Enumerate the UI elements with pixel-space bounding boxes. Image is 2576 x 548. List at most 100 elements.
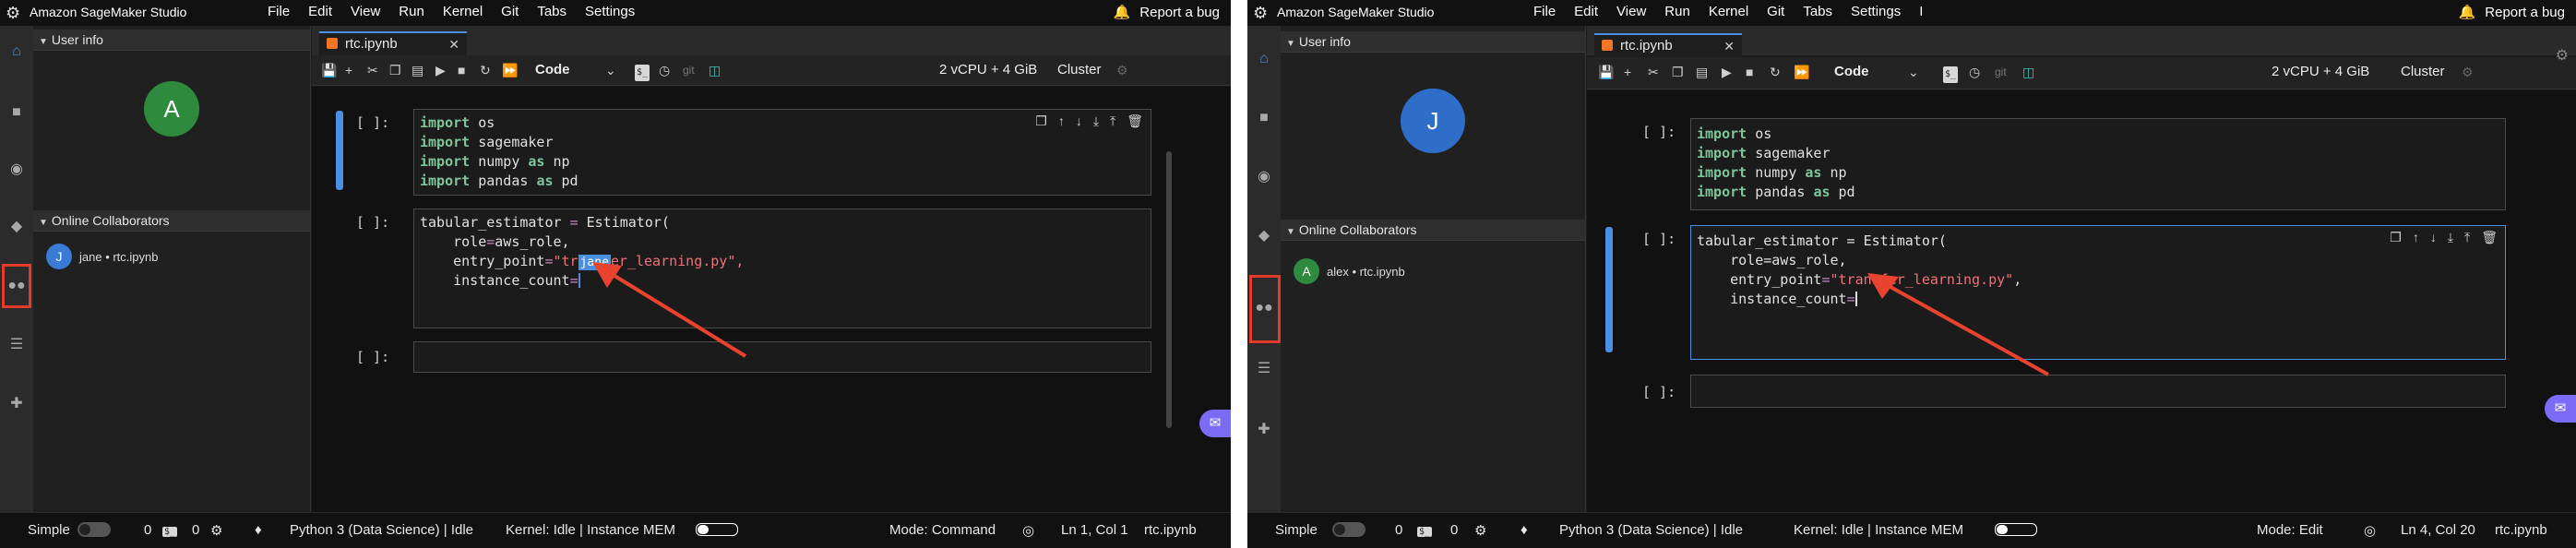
clock-icon[interactable]: ◷ bbox=[1969, 64, 1980, 80]
folder-icon[interactable]: ■ bbox=[1255, 109, 1273, 127]
menu-git[interactable]: Git bbox=[1767, 4, 1784, 19]
move-up-icon[interactable]: ↑ bbox=[1058, 113, 1065, 129]
cursor-position[interactable]: Ln 1, Col 1 bbox=[1061, 522, 1128, 538]
menu-git[interactable]: Git bbox=[501, 4, 519, 19]
user-info-header[interactable]: ▼ User info bbox=[33, 30, 310, 51]
gear-icon[interactable]: ⚙ bbox=[2556, 46, 2569, 65]
kernel-name[interactable]: Python 3 (Data Science) | Idle bbox=[290, 522, 473, 538]
gear-icon[interactable]: ⚙ bbox=[1474, 522, 1486, 539]
collaborators-header[interactable]: ▼ Online Collaborators bbox=[33, 210, 310, 232]
duplicate-icon[interactable]: ❐ bbox=[1035, 113, 1047, 129]
shield-icon[interactable]: ◎ bbox=[1022, 522, 1034, 539]
simple-mode-toggle[interactable] bbox=[78, 522, 111, 538]
cluster-button[interactable]: Cluster bbox=[2401, 64, 2445, 80]
move-down-icon[interactable]: ↓ bbox=[1076, 113, 1082, 129]
home-icon[interactable]: ⌂ bbox=[7, 42, 26, 61]
paste-icon[interactable]: ▤ bbox=[1696, 64, 1708, 80]
delete-icon[interactable]: 🗑 bbox=[1127, 113, 1143, 129]
code-cell-1[interactable]: import os import sagemaker import numpy … bbox=[413, 109, 1151, 196]
stop-icon[interactable]: ◉ bbox=[7, 161, 26, 179]
copy-icon[interactable]: ❐ bbox=[1672, 64, 1684, 80]
menu-settings[interactable]: Settings bbox=[585, 4, 635, 19]
menu-kernel[interactable]: Kernel bbox=[1709, 4, 1748, 19]
menu-run[interactable]: Run bbox=[399, 4, 424, 19]
stop-icon[interactable]: ■ bbox=[1746, 64, 1753, 80]
bell-icon[interactable]: 🔔 bbox=[2459, 4, 2476, 20]
collaborator-item[interactable]: A alex • rtc.ipynb bbox=[1294, 258, 1405, 284]
instance-type[interactable]: 2 vCPU + 4 GiB bbox=[2272, 64, 2369, 80]
menu-file[interactable]: File bbox=[1533, 4, 1556, 19]
kernel-count[interactable]: 0 bbox=[192, 522, 199, 538]
kernel-count[interactable]: 0 bbox=[1450, 522, 1458, 538]
git-branch-icon[interactable]: ♦ bbox=[255, 522, 262, 538]
close-icon[interactable]: ✕ bbox=[448, 33, 459, 55]
menu-settings[interactable]: Settings bbox=[1851, 4, 1901, 19]
code-cell-3[interactable] bbox=[1690, 375, 2506, 408]
restart-icon[interactable]: ↻ bbox=[1770, 64, 1781, 80]
add-cell-icon[interactable]: + bbox=[1624, 64, 1631, 80]
insert-below-icon[interactable]: ⤒ bbox=[2464, 230, 2470, 245]
terminal-count[interactable]: 0 bbox=[1395, 522, 1402, 538]
menu-extra[interactable]: I bbox=[1919, 4, 1923, 19]
menu-tabs[interactable]: Tabs bbox=[1803, 4, 1832, 19]
report-bug-link[interactable]: Report a bug bbox=[1139, 5, 1220, 20]
terminal-count[interactable]: 0 bbox=[144, 522, 151, 538]
share-icon[interactable]: ◫ bbox=[2022, 64, 2034, 80]
duplicate-icon[interactable]: ❐ bbox=[2390, 230, 2402, 245]
stop-icon[interactable]: ■ bbox=[458, 62, 465, 78]
list-icon[interactable]: ☰ bbox=[7, 336, 26, 354]
menu-edit[interactable]: Edit bbox=[308, 4, 332, 19]
cluster-button[interactable]: Cluster bbox=[1057, 62, 1102, 78]
cut-icon[interactable]: ✂ bbox=[1648, 64, 1659, 80]
delete-icon[interactable]: 🗑 bbox=[2481, 230, 2498, 245]
fast-forward-icon[interactable]: ⏩ bbox=[502, 62, 518, 78]
gear-icon[interactable]: ⚙ bbox=[2462, 64, 2474, 80]
fast-forward-icon[interactable]: ⏩ bbox=[1794, 64, 1809, 80]
insert-above-icon[interactable]: ⤓ bbox=[2448, 230, 2453, 245]
gear-icon[interactable]: ⚙ bbox=[210, 522, 222, 539]
folder-icon[interactable]: ■ bbox=[7, 103, 26, 122]
tab-notebook[interactable]: rtc.ipynb ✕ bbox=[319, 31, 467, 55]
chevron-down-icon[interactable]: ⌄ bbox=[1908, 64, 1919, 80]
insert-below-icon[interactable]: ⤒ bbox=[1110, 113, 1115, 129]
simple-mode-toggle[interactable] bbox=[1332, 522, 1366, 538]
instance-type[interactable]: 2 vCPU + 4 GiB bbox=[939, 62, 1037, 78]
menu-kernel[interactable]: Kernel bbox=[443, 4, 483, 19]
paste-icon[interactable]: ▤ bbox=[411, 62, 423, 78]
collaborator-item[interactable]: J jane • rtc.ipynb bbox=[46, 244, 158, 269]
chevron-down-icon[interactable]: ⌄ bbox=[605, 62, 616, 78]
gear-icon[interactable]: ⚙ bbox=[1116, 62, 1128, 78]
collaborators-header[interactable]: ▼ Online Collaborators bbox=[1281, 220, 1585, 241]
git-label[interactable]: git bbox=[683, 62, 695, 78]
restart-icon[interactable]: ↻ bbox=[480, 62, 491, 78]
add-cell-icon[interactable]: + bbox=[345, 62, 352, 78]
run-icon[interactable]: ▶ bbox=[1722, 64, 1732, 80]
code-cell-2[interactable]: tabular_estimator = Estimator( role=aws_… bbox=[413, 208, 1151, 328]
code-cell-3[interactable] bbox=[413, 341, 1151, 373]
collaborators-icon[interactable]: ●● bbox=[1255, 299, 1273, 317]
menu-file[interactable]: File bbox=[268, 4, 290, 19]
menu-tabs[interactable]: Tabs bbox=[537, 4, 566, 19]
save-icon[interactable]: 💾 bbox=[321, 62, 337, 78]
cut-icon[interactable]: ✂ bbox=[367, 62, 378, 78]
collaborators-icon[interactable]: ●● bbox=[7, 277, 26, 295]
move-up-icon[interactable]: ↑ bbox=[2413, 230, 2419, 245]
save-icon[interactable]: 💾 bbox=[1598, 64, 1614, 80]
git-icon[interactable]: ◆ bbox=[7, 218, 26, 236]
cell-type-select[interactable]: Code bbox=[535, 62, 570, 78]
menu-view[interactable]: View bbox=[351, 4, 380, 19]
extension-icon[interactable]: ✚ bbox=[7, 395, 26, 413]
menu-run[interactable]: Run bbox=[1664, 4, 1690, 19]
chat-icon[interactable]: ✉ bbox=[1199, 410, 1231, 437]
list-icon[interactable]: ☰ bbox=[1255, 360, 1273, 378]
clock-icon[interactable]: ◷ bbox=[659, 62, 670, 78]
git-icon[interactable]: ◆ bbox=[1255, 227, 1273, 245]
run-icon[interactable]: ▶ bbox=[435, 62, 446, 78]
report-bug-link[interactable]: Report a bug bbox=[2485, 5, 2565, 20]
extension-icon[interactable]: ✚ bbox=[1255, 421, 1273, 439]
chat-icon[interactable]: ✉ bbox=[2545, 395, 2576, 423]
cursor-position[interactable]: Ln 4, Col 20 bbox=[2401, 522, 2475, 538]
home-icon[interactable]: ⌂ bbox=[1255, 50, 1273, 68]
close-icon[interactable]: ✕ bbox=[1723, 35, 1735, 57]
terminal-icon[interactable]: $_ bbox=[1943, 64, 1959, 83]
